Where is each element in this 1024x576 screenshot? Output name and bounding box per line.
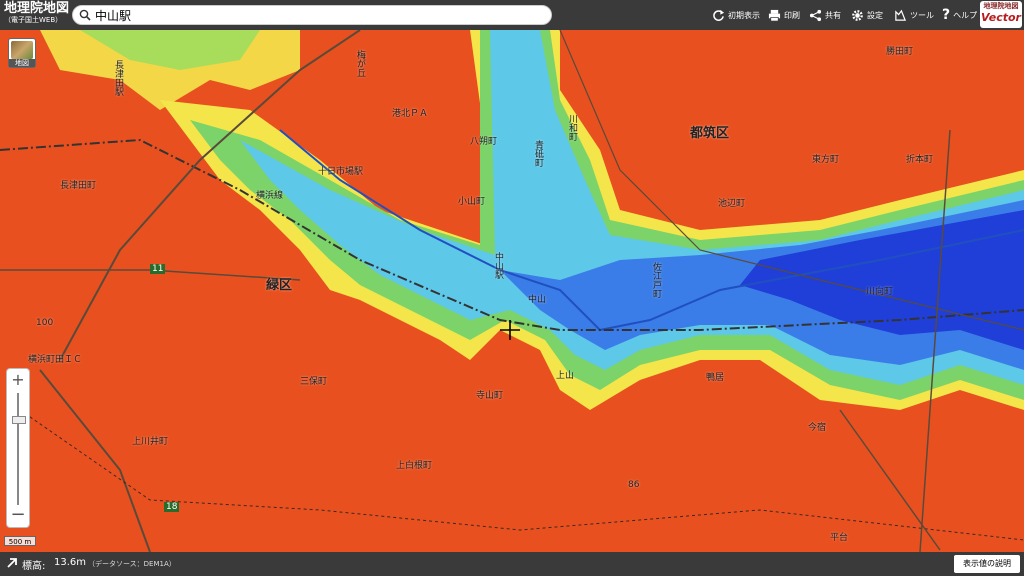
- elevation-value: 13.6m: [54, 557, 87, 568]
- vector-badge-top: 地理院地図: [983, 2, 1019, 10]
- vector-badge[interactable]: 地理院地図 Vector: [980, 1, 1022, 28]
- map-label: 平台: [830, 533, 849, 543]
- logo-subtitle: （電子国土WEB）: [4, 16, 63, 24]
- elevation-map[interactable]: 長津田駅 梅が丘 港北ＰＡ 十日市場駅 横浜線 長津田町 八朔町 青砥町 川和町…: [0, 30, 1024, 552]
- map-label: 寺山町: [476, 391, 504, 401]
- map-label: 長津田駅: [113, 60, 123, 96]
- map-label: 折本町: [906, 155, 934, 165]
- ruler-tool-icon: [895, 9, 907, 21]
- help-icon: ?: [942, 7, 951, 23]
- ward-label-midori: 緑区: [266, 278, 293, 293]
- map-label: 中山: [528, 295, 547, 305]
- search-input[interactable]: [95, 7, 535, 23]
- map-label: 上山: [556, 371, 575, 381]
- zoom-out-button[interactable]: −: [7, 505, 29, 527]
- map-label: 梅が丘: [355, 50, 365, 77]
- gear-icon: [852, 9, 863, 21]
- initial-view-label: 初期表示: [728, 10, 760, 20]
- vector-badge-bottom: Vector: [981, 11, 1021, 24]
- print-button[interactable]: 印刷: [768, 7, 800, 23]
- map-label: 小山町: [458, 197, 486, 207]
- settings-label: 設定: [867, 10, 883, 20]
- elevation-label: 標高:: [22, 561, 46, 572]
- header-bar: 地理院地図 （電子国土WEB） 初期表示 印刷 共有 設定 ツール ? ヘルプ …: [0, 0, 1024, 30]
- map-label: 今宿: [808, 423, 827, 433]
- map-label: 佐江戸町: [651, 262, 661, 298]
- search-icon[interactable]: [79, 9, 91, 21]
- elevation-data-source: （データソース：DEM1A）: [88, 560, 176, 568]
- map-label: 横浜町田ＩＣ: [28, 355, 83, 365]
- zoom-slider-handle[interactable]: [12, 416, 26, 424]
- route-sign: 18: [164, 502, 180, 512]
- map-label: 川向町: [866, 287, 894, 297]
- help-button[interactable]: ? ヘルプ: [942, 7, 977, 23]
- share-icon: [809, 9, 822, 21]
- map-label: 長津田町: [60, 181, 97, 191]
- footer-bar: 標高: 13.6m （データソース：DEM1A） 表示値の説明: [0, 552, 1024, 576]
- map-label: 三保町: [300, 377, 328, 387]
- map-label: 青砥町: [533, 140, 543, 167]
- map-label: 上白根町: [396, 461, 433, 471]
- ward-label-tsuzuki: 都筑区: [690, 126, 730, 141]
- search-box[interactable]: [72, 5, 552, 25]
- map-label: 勝田町: [886, 47, 914, 57]
- site-logo[interactable]: 地理院地図 （電子国土WEB）: [4, 2, 70, 28]
- map-type-thumbnail: [11, 41, 33, 59]
- route-sign: 11: [150, 264, 166, 274]
- map-label: 池辺町: [718, 199, 746, 209]
- map-label: 東方町: [812, 155, 840, 165]
- map-label: 港北ＰＡ: [392, 109, 429, 119]
- map-type-label: 地図: [9, 59, 35, 67]
- logo-title: 地理院地図: [4, 1, 70, 16]
- tools-label: ツール: [910, 10, 934, 20]
- map-label: 100: [36, 318, 54, 328]
- help-label: ヘルプ: [953, 10, 978, 20]
- map-label: 鴨居: [706, 373, 725, 383]
- map-label: 八朔町: [470, 137, 498, 147]
- share-label: 共有: [825, 10, 841, 20]
- scale-bar: 500 m: [4, 536, 36, 546]
- share-button[interactable]: 共有: [809, 7, 841, 23]
- map-label: 十日市場駅: [318, 167, 364, 177]
- zoom-slider-track[interactable]: [17, 393, 19, 505]
- map-label: 86: [628, 480, 640, 490]
- collapse-arrow-icon[interactable]: [6, 557, 18, 569]
- map-label: 中山駅: [493, 252, 503, 279]
- zoom-in-button[interactable]: +: [7, 369, 29, 391]
- printer-icon: [768, 9, 781, 21]
- tools-button[interactable]: ツール: [894, 7, 934, 23]
- initial-view-button[interactable]: 初期表示: [712, 7, 760, 23]
- print-label: 印刷: [784, 10, 800, 20]
- value-explanation-button[interactable]: 表示値の説明: [954, 555, 1020, 573]
- settings-button[interactable]: 設定: [851, 7, 883, 23]
- zoom-control: + −: [6, 368, 30, 528]
- map-label: 横浜線: [256, 191, 284, 201]
- map-label: 上川井町: [132, 437, 169, 447]
- refresh-icon: [713, 9, 725, 21]
- map-label: 川和町: [567, 114, 577, 141]
- center-crosshair-icon: [500, 320, 520, 340]
- map-type-button[interactable]: 地図: [8, 38, 36, 68]
